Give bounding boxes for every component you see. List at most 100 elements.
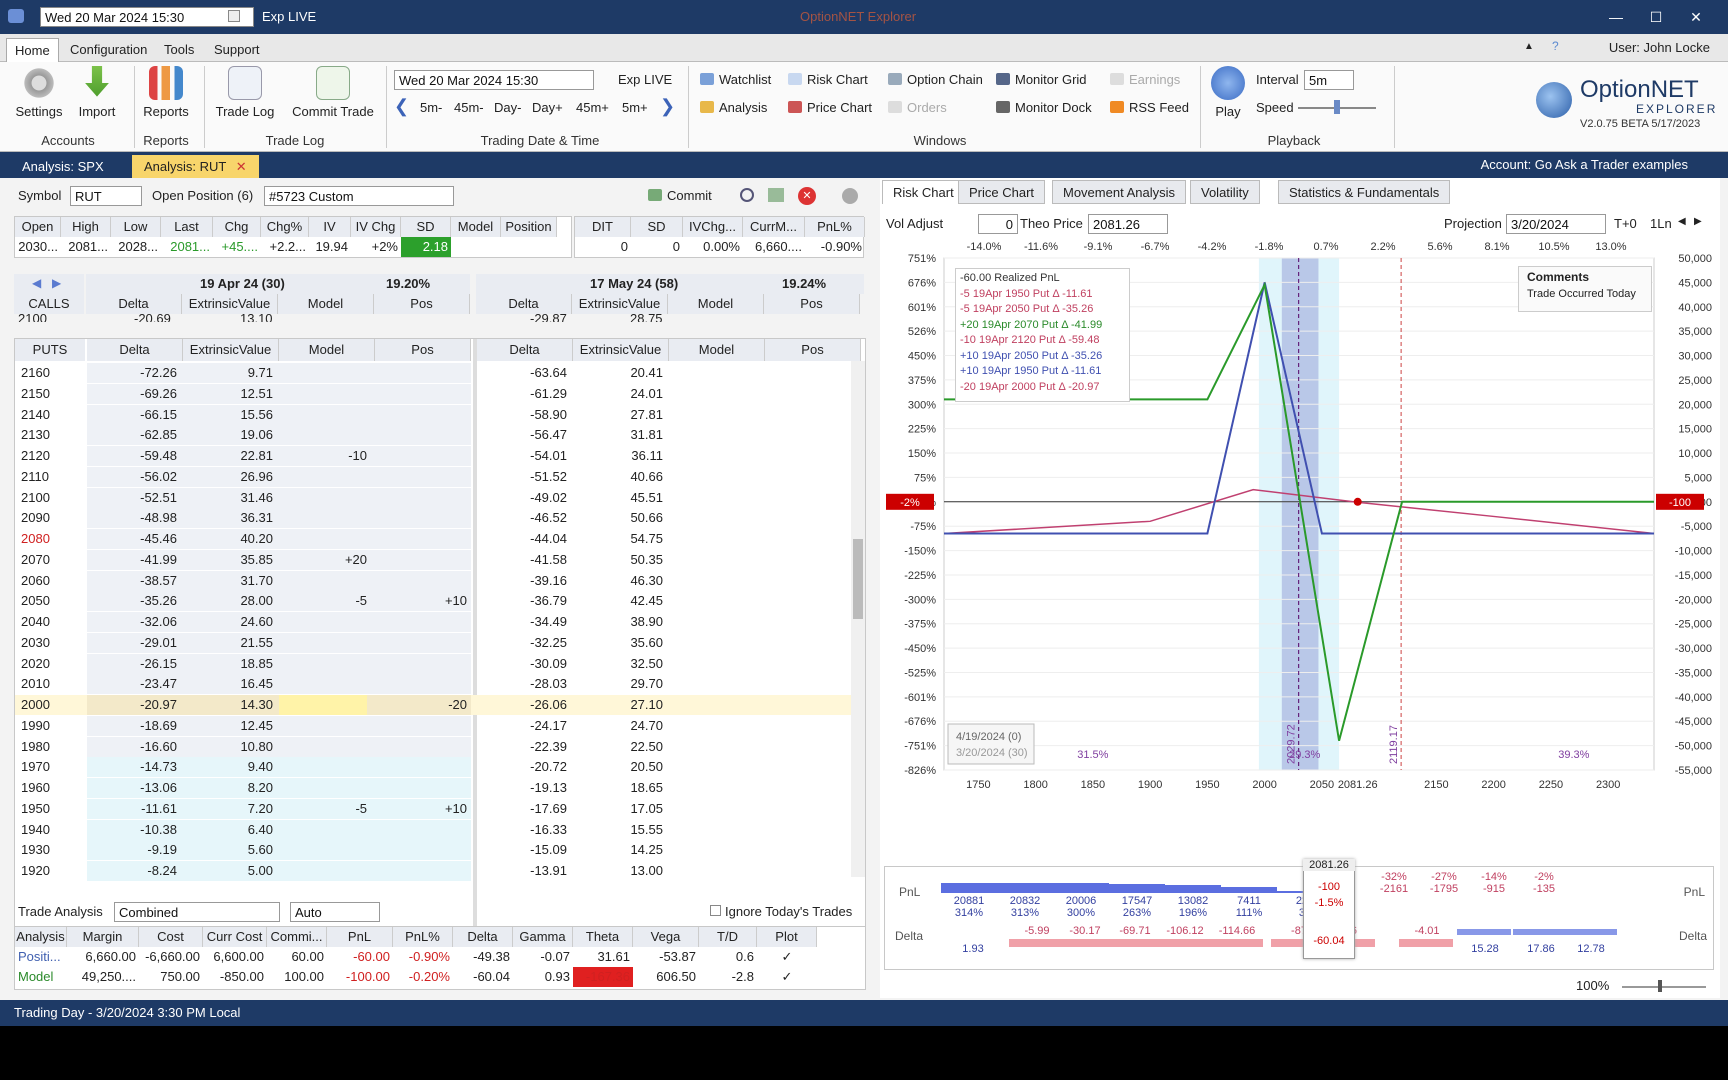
model-1[interactable] [279,674,367,694]
speed-slider-thumb[interactable] [1334,100,1340,114]
risk-chart-button[interactable]: Risk Chart [788,72,868,87]
model-1[interactable]: -10 [279,446,367,466]
tab-configuration[interactable]: Configuration [62,38,155,62]
tplus-label[interactable]: T+0 [1614,216,1637,231]
pos-1[interactable]: -20 [375,695,467,715]
monitor-dock-button[interactable]: Monitor Dock [996,100,1092,115]
table-row[interactable]: 1980 -16.60 10.80 -22.39 22.50 [15,736,851,757]
prev-icon[interactable]: ◀ [1678,216,1686,227]
position-select[interactable]: #5723 Custom [264,186,454,206]
step-day-forward[interactable]: Day+ [532,100,563,115]
table-row[interactable]: 2100 -52.51 31.46 -49.02 45.51 [15,487,851,508]
analysis-mode-select[interactable]: Combined [114,902,280,922]
close-icon[interactable]: ✕ [1682,6,1710,28]
table-row[interactable]: 1960 -13.06 8.20 -19.13 18.65 [15,778,851,798]
orders-button[interactable]: Orders [888,100,947,115]
model-1[interactable] [279,820,367,840]
price-chart-button[interactable]: Price Chart [788,100,872,115]
model-1[interactable] [279,363,367,383]
maximize-icon[interactable]: ☐ [1642,6,1670,28]
next-arrow-icon[interactable]: ❯ [660,96,675,117]
trade-log-button[interactable]: Trade Log [210,66,280,119]
model-1[interactable] [279,633,367,653]
table-row[interactable]: 2110 -56.02 26.96 -51.52 40.66 [15,466,851,487]
tab-home[interactable]: Home [6,38,59,62]
model-1[interactable] [279,778,367,798]
model-1[interactable]: -5 [279,591,367,611]
comments-box[interactable]: Comments Trade Occurred Today [1518,266,1652,312]
theo-price-input[interactable]: 2081.26 [1088,214,1168,234]
help-icon[interactable]: ? [1552,39,1559,53]
calendar-icon[interactable] [228,10,240,22]
ta-cell[interactable]: ✓ [757,967,817,987]
model-1[interactable]: -5 [279,799,367,819]
prev-exp-nav[interactable] [14,274,84,294]
line-count-label[interactable]: 1Ln [1650,216,1672,231]
chart-tab[interactable]: Movement Analysis [1052,180,1186,204]
ignore-trades-checkbox[interactable]: Ignore Today's Trades [710,904,852,919]
monitor-grid-button[interactable]: Monitor Grid [996,72,1087,87]
table-row[interactable]: 2070 -41.99 35.85 +20 -41.58 50.35 [15,549,851,570]
tab-tools[interactable]: Tools [156,38,202,62]
next-exp-icon[interactable]: ▶ [52,276,61,290]
table-row[interactable]: 1990 -18.69 12.45 -24.17 24.70 [15,715,851,736]
next-icon[interactable]: ▶ [1694,216,1702,227]
step-day-back[interactable]: Day- [494,100,521,115]
model-1[interactable] [279,529,367,549]
search-icon[interactable] [740,188,754,202]
interval-select[interactable]: 5m [1304,70,1354,90]
table-row[interactable]: 1930 -9.19 5.60 -15.09 14.25 [15,840,851,861]
chart-tab[interactable]: Risk Chart [882,180,965,204]
step-5m-back[interactable]: 5m- [420,100,442,115]
table-row[interactable]: 2160 -72.26 9.71 -63.64 20.41 [15,363,851,383]
commit-trade-button[interactable]: Commit Trade [286,66,380,119]
option-chain-button[interactable]: Option Chain [888,72,983,87]
model-1[interactable] [279,757,367,777]
model-1[interactable] [279,612,367,632]
model-1[interactable] [279,737,367,757]
symbol-select[interactable]: RUT [70,186,142,206]
model-1[interactable] [279,695,367,715]
projection-date-select[interactable]: 3/20/2024 [1506,214,1606,234]
current-price-marker[interactable] [1353,497,1362,506]
import-button[interactable]: Import [70,66,124,119]
table-row[interactable]: 2010 -23.47 16.45 -28.03 29.70 [15,674,851,695]
table-row[interactable]: 2140 -66.15 15.56 -58.90 27.81 [15,404,851,425]
model-1[interactable] [279,467,367,487]
settings-button[interactable]: Settings [12,66,66,119]
prev-arrow-icon[interactable]: ❮ [394,96,409,117]
table-row[interactable]: 2000 -20.97 14.30 -20 -26.06 27.10 [15,695,851,715]
grid-icon[interactable] [768,188,784,202]
collapse-ribbon-icon[interactable]: ▲ [1524,41,1534,52]
chart-tab[interactable]: Statistics & Fundamentals [1278,180,1451,204]
table-row[interactable]: 2090 -48.98 36.31 -46.52 50.66 [15,508,851,529]
rss-feed-button[interactable]: RSS Feed [1110,100,1189,115]
table-row[interactable]: 2120 -59.48 22.81 -10 -54.01 36.11 [15,446,851,466]
watchlist-button[interactable]: Watchlist [700,72,771,87]
chart-tab[interactable]: Volatility [1190,180,1260,204]
auto-select[interactable]: Auto [290,902,380,922]
pos-1[interactable]: +10 [375,799,467,819]
model-1[interactable] [279,508,367,528]
table-row[interactable]: 1940 -10.38 6.40 -16.33 15.55 [15,819,851,840]
model-1[interactable] [279,654,367,674]
table-row[interactable]: 1970 -14.73 9.40 -20.72 20.50 [15,757,851,778]
step-45m-back[interactable]: 45m- [454,100,484,115]
clear-icon[interactable]: ✕ [798,187,816,205]
step-5m-forward[interactable]: 5m+ [622,100,648,115]
zoom-slider[interactable] [1622,986,1706,988]
prev-exp-icon[interactable]: ◀ [32,276,41,290]
earnings-button[interactable]: Earnings [1110,72,1180,87]
model-1[interactable] [279,488,367,508]
tab-analysis-spx[interactable]: Analysis: SPX [10,155,116,178]
scrollbar-thumb[interactable] [853,539,863,619]
tab-analysis-rut[interactable]: Analysis: RUT ✕ [132,155,259,178]
ribbon-date-field[interactable]: Wed 20 Mar 2024 15:30 [394,70,594,90]
table-row[interactable]: 2080 -45.46 40.20 -44.04 54.75 [15,529,851,549]
table-row[interactable]: 2020 -26.15 18.85 -30.09 32.50 [15,653,851,674]
table-row[interactable]: 2060 -38.57 31.70 -39.16 46.30 [15,570,851,591]
chart-tab[interactable]: Price Chart [958,180,1046,204]
commit-button[interactable]: Commit [648,188,712,203]
model-1[interactable] [279,384,367,404]
tab-support[interactable]: Support [206,38,268,62]
